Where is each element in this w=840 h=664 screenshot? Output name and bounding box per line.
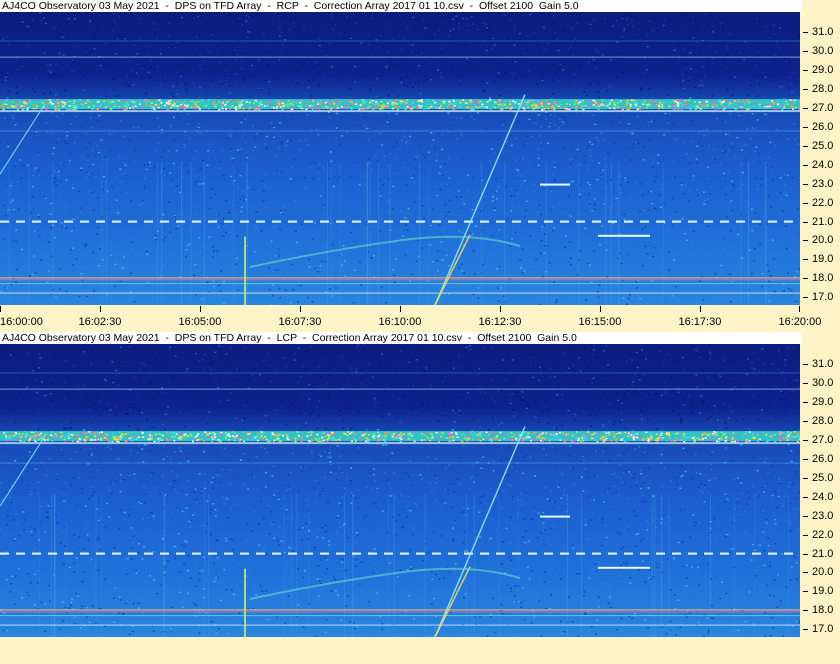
y-tick-label: 30.0 bbox=[812, 376, 834, 389]
y-tick bbox=[803, 364, 808, 365]
x-tick bbox=[100, 306, 101, 312]
y-tick bbox=[803, 202, 808, 204]
y-tick-label: 24.0 bbox=[812, 158, 834, 171]
y-tick bbox=[803, 477, 808, 479]
y-tick bbox=[803, 553, 808, 555]
y-tick bbox=[803, 145, 808, 147]
y-tick-label: 22.0 bbox=[812, 196, 834, 209]
y-tick-label: 31.0 bbox=[812, 358, 834, 370]
y-tick bbox=[803, 69, 808, 71]
y-tick bbox=[803, 221, 808, 223]
y-tick bbox=[803, 164, 808, 166]
y-tick bbox=[803, 420, 808, 422]
y-tick bbox=[803, 88, 808, 90]
y-tick-label: 21.0 bbox=[812, 215, 834, 228]
x-tick bbox=[300, 306, 301, 312]
y-tick bbox=[803, 439, 808, 441]
y-tick-label: 19.0 bbox=[812, 585, 834, 598]
spectrogram-title-lcp: AJ4CO Observatory 03 May 2021 - DPS on T… bbox=[0, 332, 802, 344]
y-tick bbox=[803, 278, 808, 280]
y-tick-label: 26.0 bbox=[812, 452, 834, 465]
y-tick-label: 21.0 bbox=[812, 547, 834, 560]
y-tick bbox=[803, 240, 808, 242]
x-tick-label: 16:05:00 bbox=[178, 316, 222, 328]
y-tick bbox=[803, 107, 808, 109]
x-tick bbox=[400, 306, 401, 312]
spectrogram-title-rcp: AJ4CO Observatory 03 May 2021 - DPS on T… bbox=[0, 0, 802, 12]
x-tick bbox=[600, 306, 601, 312]
y-tick-label: 31.0 bbox=[812, 26, 834, 38]
y-tick-label: 27.0 bbox=[812, 433, 834, 446]
y-tick-label: 17.0 bbox=[812, 291, 834, 304]
y-tick bbox=[803, 629, 808, 631]
frequency-axis-rcp: 31.0 30.0 29.0 28.0 27.0 26.0 25.0 24.0 23.0 22.0… bbox=[800, 12, 840, 305]
x-tick bbox=[500, 306, 501, 312]
y-tick bbox=[803, 259, 808, 261]
y-tick bbox=[803, 591, 808, 593]
bottom-bar bbox=[0, 640, 840, 664]
y-tick bbox=[803, 32, 808, 33]
y-tick-label: 25.0 bbox=[812, 471, 834, 484]
x-tick-label: 16:10:00 bbox=[378, 316, 422, 328]
spectrogram-image bbox=[0, 12, 800, 305]
y-tick bbox=[803, 496, 808, 498]
y-tick-label: 25.0 bbox=[812, 139, 834, 152]
x-tick-label: 16:02:30 bbox=[78, 316, 122, 328]
y-tick-label: 23.0 bbox=[812, 177, 834, 190]
x-tick bbox=[0, 306, 1, 312]
time-axis: 16:00:00 16:02:30 16:05:00 16:07:30 16:10:00… bbox=[0, 306, 840, 332]
y-tick bbox=[803, 126, 808, 128]
x-tick bbox=[200, 306, 201, 312]
y-tick bbox=[803, 401, 808, 403]
x-tick-label: 16:17:30 bbox=[678, 316, 722, 328]
spectrogram-image bbox=[0, 344, 800, 637]
y-tick-label: 29.0 bbox=[812, 63, 834, 76]
y-tick-label: 30.0 bbox=[812, 44, 834, 57]
y-tick-label: 19.0 bbox=[812, 253, 834, 266]
y-tick bbox=[803, 50, 808, 52]
y-tick bbox=[803, 458, 808, 460]
y-tick bbox=[803, 515, 808, 517]
y-tick-label: 22.0 bbox=[812, 528, 834, 541]
y-tick-label: 18.0 bbox=[812, 604, 834, 617]
y-tick bbox=[803, 610, 808, 612]
y-tick-label: 29.0 bbox=[812, 395, 834, 408]
y-tick-label: 28.0 bbox=[812, 82, 834, 95]
x-tick-label: 16:12:30 bbox=[478, 316, 522, 328]
y-tick bbox=[803, 183, 808, 185]
y-tick-label: 28.0 bbox=[812, 414, 834, 427]
y-tick bbox=[803, 534, 808, 536]
x-tick bbox=[700, 306, 701, 312]
frequency-axis-lcp: 31.0 30.0 29.0 28.0 27.0 26.0 25.0 24.0 23.0 22.0… bbox=[800, 344, 840, 637]
x-tick-label: 16:15:00 bbox=[578, 316, 622, 328]
y-tick-label: 20.0 bbox=[812, 234, 834, 247]
spectrogram-lcp[interactable] bbox=[0, 344, 800, 637]
y-tick bbox=[803, 382, 808, 384]
y-tick-label: 27.0 bbox=[812, 101, 834, 114]
x-tick-label: 16:00:00 bbox=[0, 316, 43, 328]
x-tick bbox=[799, 306, 800, 312]
y-tick-label: 24.0 bbox=[812, 490, 834, 503]
spectrogram-rcp[interactable] bbox=[0, 12, 800, 305]
y-tick-label: 18.0 bbox=[812, 272, 834, 285]
x-tick-label: 16:07:30 bbox=[278, 316, 322, 328]
y-tick-label: 23.0 bbox=[812, 509, 834, 522]
y-tick bbox=[803, 572, 808, 574]
x-tick-label: 16:20:00 bbox=[778, 316, 822, 328]
y-tick bbox=[803, 297, 808, 299]
y-tick-label: 26.0 bbox=[812, 120, 834, 133]
y-tick-label: 17.0 bbox=[812, 623, 834, 636]
y-tick-label: 20.0 bbox=[812, 566, 834, 579]
